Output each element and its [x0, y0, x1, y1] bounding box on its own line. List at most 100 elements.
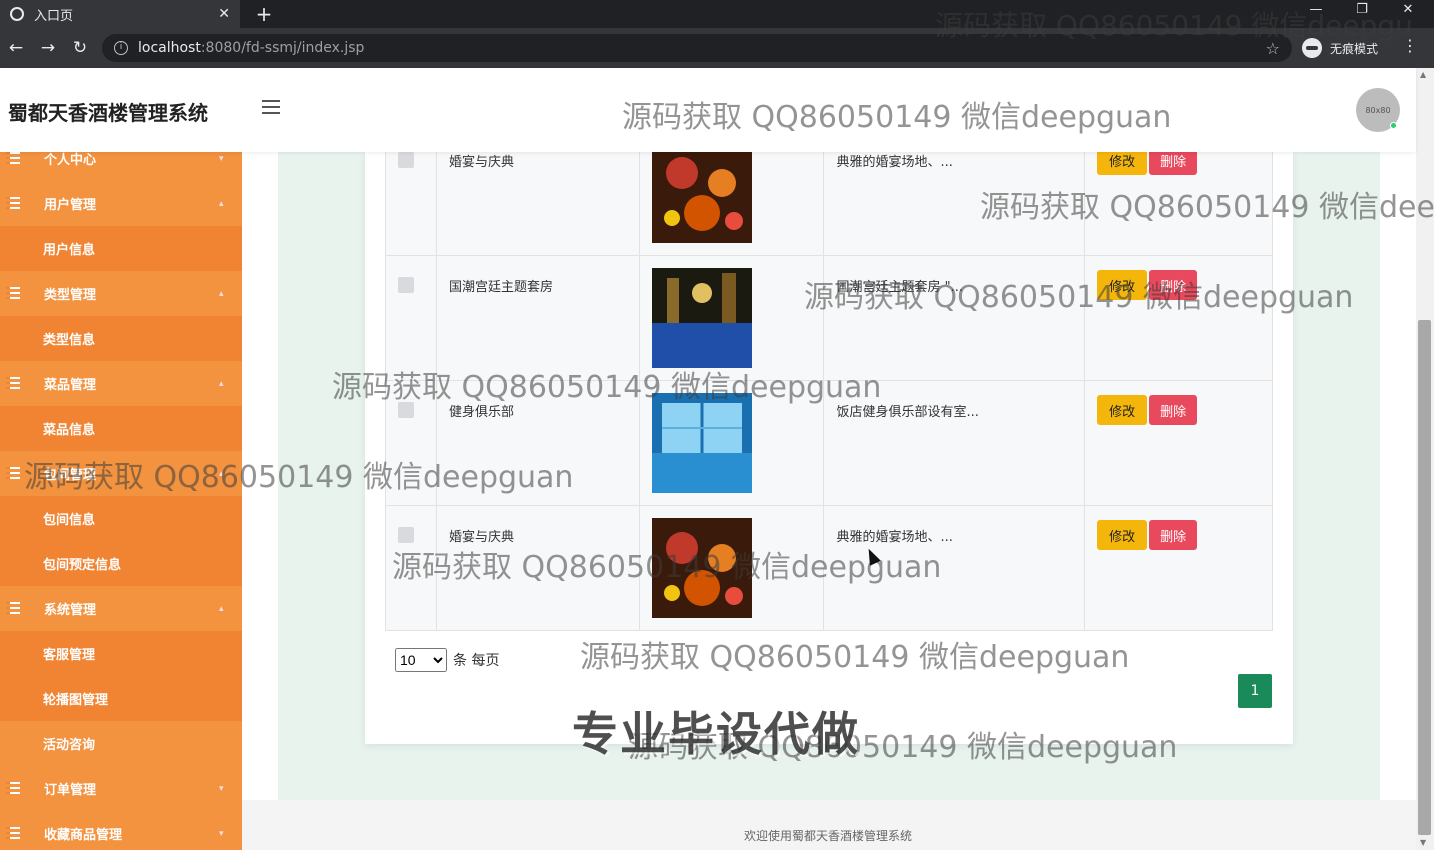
sidebar-group-label: 收藏商品管理	[44, 828, 123, 843]
avatar[interactable]: 80x80	[1356, 88, 1400, 132]
page-button-current[interactable]: 1	[1238, 674, 1272, 708]
sidebar-group-orders[interactable]: 订单管理 ▾	[0, 766, 242, 811]
sidebar-item-service[interactable]: 客服管理	[0, 631, 242, 676]
row-thumbnail-pool	[651, 268, 752, 368]
row-checkbox[interactable]	[398, 277, 414, 293]
row-name: 国潮宫廷主题套房	[448, 280, 553, 295]
browser-menu-icon[interactable]: ⋮	[1402, 36, 1418, 55]
restore-icon[interactable]: ❐	[1352, 2, 1372, 17]
sidebar-item-user-info[interactable]: 用户信息	[0, 226, 242, 271]
grid-icon	[6, 287, 20, 299]
back-icon[interactable]: ←	[0, 38, 32, 58]
address-bar[interactable]: i localhost:8080/fd-ssmj/index.jsp ☆	[102, 34, 1292, 62]
new-tab-icon[interactable]: +	[252, 2, 276, 26]
page-size-control: 10 条 每页	[395, 648, 499, 672]
sidebar-group-label: 个人中心	[44, 153, 97, 168]
site-info-icon[interactable]: i	[114, 41, 128, 55]
row-checkbox[interactable]	[398, 152, 414, 168]
incognito-indicator[interactable]: 无痕模式	[1302, 36, 1378, 60]
footer-text: 欢迎使用蜀都天香酒楼管理系统	[744, 829, 913, 843]
row-checkbox[interactable]	[398, 527, 414, 543]
row-thumbnail-gym	[651, 393, 752, 493]
app-header: 蜀都天香酒楼管理系统 80x80	[0, 68, 1416, 152]
grid-icon	[6, 602, 20, 614]
avatar-placeholder-text: 80x80	[1365, 105, 1391, 115]
chevron-up-icon: ▴	[219, 378, 224, 389]
footer: 欢迎使用蜀都天香酒楼管理系统	[242, 800, 1416, 850]
sidebar-group-types[interactable]: 类型管理 ▴	[0, 271, 242, 316]
sidebar-item-room-booking[interactable]: 包间预定信息	[0, 541, 242, 586]
chevron-up-icon: ▴	[219, 468, 224, 479]
row-description: 典雅的婚宴场地、...	[836, 530, 953, 545]
scroll-down-icon[interactable]: ▼	[1420, 838, 1426, 847]
row-name: 婚宴与庆典	[448, 530, 514, 545]
sidebar-group-favorites[interactable]: 收藏商品管理 ▾	[0, 811, 242, 850]
scrollbar-thumb[interactable]	[1418, 320, 1431, 835]
sidebar-group-rooms[interactable]: 包间管理 ▴	[0, 451, 242, 496]
browser-toolbar: ← → ↻ i localhost:8080/fd-ssmj/index.jsp…	[0, 28, 1434, 68]
chevron-up-icon: ▴	[219, 198, 224, 209]
sidebar-group-dishes[interactable]: 菜品管理 ▴	[0, 361, 242, 406]
sidebar-group-label: 包间管理	[44, 468, 97, 483]
delete-button[interactable]: 删除	[1149, 395, 1198, 425]
grid-icon	[6, 782, 20, 794]
browser-tab[interactable]: 入口页 ✕	[0, 0, 240, 28]
chevron-up-icon: ▴	[219, 288, 224, 299]
delete-button[interactable]: 删除	[1149, 270, 1198, 300]
delete-button[interactable]: 删除	[1149, 520, 1198, 550]
sidebar-group-label: 菜品管理	[44, 378, 97, 393]
sidebar-group-users[interactable]: 用户管理 ▴	[0, 181, 242, 226]
sidebar-group-personal[interactable]: 个人中心 ▾	[0, 152, 242, 181]
sidebar-item-activity[interactable]: 活动咨询	[0, 721, 242, 766]
sidebar-group-label: 系统管理	[44, 603, 97, 618]
sidebar-item-dish-info[interactable]: 菜品信息	[0, 406, 242, 451]
scroll-up-icon[interactable]: ▲	[1420, 70, 1426, 79]
grid-icon	[6, 467, 20, 479]
sidebar-group-label: 类型管理	[44, 288, 97, 303]
page-size-select[interactable]: 10	[395, 648, 447, 672]
grid-icon	[6, 197, 20, 209]
minimize-icon[interactable]: —	[1306, 2, 1326, 17]
table-row: 婚宴与庆典 典雅的婚宴场地、... 修改 删除	[385, 505, 1273, 631]
table-row: 国潮宫廷主题套房 国潮宫廷主题套房 "... 修改 删除	[385, 255, 1273, 381]
sidebar-group-system[interactable]: 系统管理 ▴	[0, 586, 242, 631]
data-table: 婚宴与庆典 典雅的婚宴场地、... 修改 删除 国潮宫廷主题套房 国潮宫廷主题套房…	[385, 130, 1273, 631]
forward-icon[interactable]: →	[32, 38, 64, 58]
tab-title: 入口页	[34, 8, 74, 24]
page-scrollbar[interactable]: ▲ ▼	[1416, 68, 1434, 850]
chevron-down-icon: ▾	[219, 153, 224, 164]
sidebar-group-label: 用户管理	[44, 198, 97, 213]
row-name: 健身俱乐部	[448, 405, 514, 420]
sidebar-item-room-info[interactable]: 包间信息	[0, 496, 242, 541]
row-description: 饭店健身俱乐部设有室...	[836, 405, 979, 420]
row-thumbnail-wedding	[651, 143, 752, 243]
reload-icon[interactable]: ↻	[64, 38, 96, 58]
table-row: 健身俱乐部 饭店健身俱乐部设有室... 修改 删除	[385, 380, 1273, 506]
chevron-up-icon: ▴	[219, 603, 224, 614]
watermark-big-text: 专业毕设代做	[572, 707, 860, 761]
sidebar-group-label: 订单管理	[44, 783, 97, 798]
edit-button[interactable]: 修改	[1097, 270, 1148, 300]
incognito-label: 无痕模式	[1330, 41, 1379, 56]
url-path: :8080/fd-ssmj/index.jsp	[200, 40, 365, 56]
row-thumbnail-wedding	[651, 518, 752, 618]
url-host: localhost	[138, 40, 201, 56]
globe-icon	[10, 7, 24, 21]
tab-close-icon[interactable]: ✕	[218, 6, 230, 22]
row-checkbox[interactable]	[398, 402, 414, 418]
menu-toggle-icon[interactable]	[262, 100, 280, 114]
edit-button[interactable]: 修改	[1097, 520, 1148, 550]
page-size-suffix: 条 每页	[453, 653, 500, 669]
browser-tab-bar: 入口页 ✕ + — ❐ ✕	[0, 0, 1434, 28]
bookmark-star-icon[interactable]: ☆	[1266, 39, 1280, 58]
sidebar: 个人中心 ▾ 用户管理 ▴ 用户信息 类型管理 ▴ 类型信息 菜品管理 ▴ 菜品…	[0, 152, 242, 850]
chevron-down-icon: ▾	[219, 828, 224, 839]
window-close-icon[interactable]: ✕	[1398, 2, 1418, 17]
sidebar-item-type-info[interactable]: 类型信息	[0, 316, 242, 361]
grid-icon	[6, 827, 20, 839]
edit-button[interactable]: 修改	[1097, 395, 1148, 425]
row-description: 国潮宫廷主题套房 "...	[836, 280, 963, 295]
chevron-down-icon: ▾	[219, 783, 224, 794]
sidebar-item-carousel[interactable]: 轮播图管理	[0, 676, 242, 721]
app-title: 蜀都天香酒楼管理系统	[8, 101, 208, 125]
